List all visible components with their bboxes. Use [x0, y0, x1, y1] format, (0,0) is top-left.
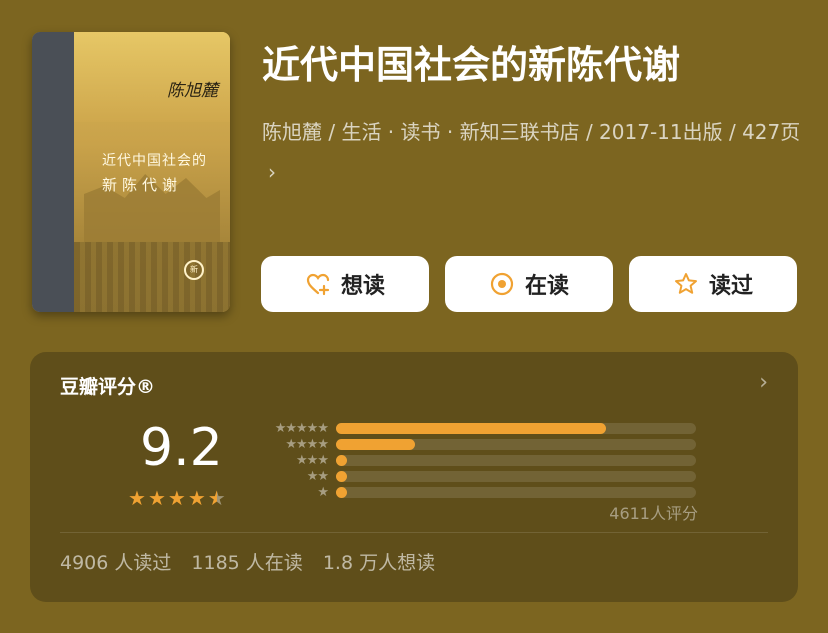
chevron-right-icon[interactable]: ›	[759, 370, 768, 395]
star-icon: ★	[187, 486, 206, 510]
cover-crowd	[74, 242, 230, 312]
want-to-read-label: 想读	[340, 274, 385, 299]
cover-author-signature: 陈旭麓	[167, 81, 218, 101]
book-meta[interactable]: 陈旭麓 / 生活 · 读书 · 新知三联书店 / 2017-11出版 / 427…	[262, 112, 802, 192]
target-circle-icon	[490, 272, 514, 296]
rating-title: 豆瓣评分®	[60, 376, 156, 398]
rating-row-stars: ★	[317, 484, 329, 500]
want-to-read-button[interactable]: 想读	[261, 256, 429, 312]
rating-row-3: ★★★	[256, 452, 696, 468]
rating-bar-track	[336, 423, 696, 434]
rating-bar-fill	[336, 439, 416, 450]
rating-row-4: ★★★★	[256, 436, 696, 452]
reader-stats: 4906 人读过 1185 人在读 1.8 万人想读	[60, 548, 435, 575]
rating-row-2: ★★	[256, 468, 696, 484]
rating-bar-track	[336, 455, 696, 466]
cover-spine	[32, 32, 74, 312]
stat-want: 1.8 万人想读	[322, 552, 436, 574]
rating-bar-fill	[336, 471, 347, 482]
heart-plus-icon	[306, 273, 330, 296]
rating-row-stars: ★★★	[296, 452, 329, 468]
rating-row-stars: ★★	[306, 468, 329, 484]
have-read-label: 读过	[708, 274, 753, 299]
rating-bar-track	[336, 439, 696, 450]
star-icon: ★	[167, 486, 186, 510]
rating-bar-fill	[336, 487, 347, 498]
stat-read: 4906 人读过	[60, 552, 172, 574]
book-cover[interactable]: 陈旭麓 近代中国社会的 新陈代谢 新	[32, 32, 230, 312]
rating-bar-fill	[336, 455, 347, 466]
have-read-button[interactable]: 读过	[629, 256, 797, 312]
rating-bar-track	[336, 487, 696, 498]
rating-stars: ★ ★ ★ ★ ★	[128, 488, 226, 508]
book-title: 近代中国社会的新陈代谢	[262, 43, 681, 87]
rating-row-1: ★	[256, 484, 696, 500]
publisher-logo: 新	[184, 260, 204, 280]
cover-art: 陈旭麓 近代中国社会的 新陈代谢 新	[74, 32, 230, 312]
rating-row-stars: ★★★★★	[274, 420, 329, 436]
rating-row-stars: ★★★★	[285, 436, 329, 452]
star-outline-icon	[674, 273, 697, 294]
rating-panel[interactable]: 豆瓣评分® › 9.2 ★ ★ ★ ★ ★ ★★★★★ ★★★★ ★★★ ★★ ★ 4611人评…	[30, 352, 798, 602]
chevron-right-icon: ›	[268, 160, 276, 184]
reading-label: 在读	[524, 274, 569, 299]
star-icon: ★	[147, 486, 166, 510]
rating-bar-fill	[336, 423, 606, 434]
divider	[60, 532, 768, 533]
rating-count: 4611人评分	[609, 504, 698, 523]
cover-title-line2: 新陈代谢	[102, 176, 183, 194]
rating-bar-track	[336, 471, 696, 482]
star-icon: ★	[207, 486, 226, 510]
reading-button[interactable]: 在读	[445, 256, 613, 312]
star-icon: ★	[128, 486, 146, 510]
rating-score: 9.2	[140, 418, 223, 478]
cover-title-line1: 近代中国社会的	[102, 153, 207, 169]
rating-row-5: ★★★★★	[256, 420, 696, 436]
book-meta-text: 陈旭麓 / 生活 · 读书 · 新知三联书店 / 2017-11出版 / 427…	[262, 120, 801, 144]
stat-reading: 1185 人在读	[191, 552, 303, 574]
